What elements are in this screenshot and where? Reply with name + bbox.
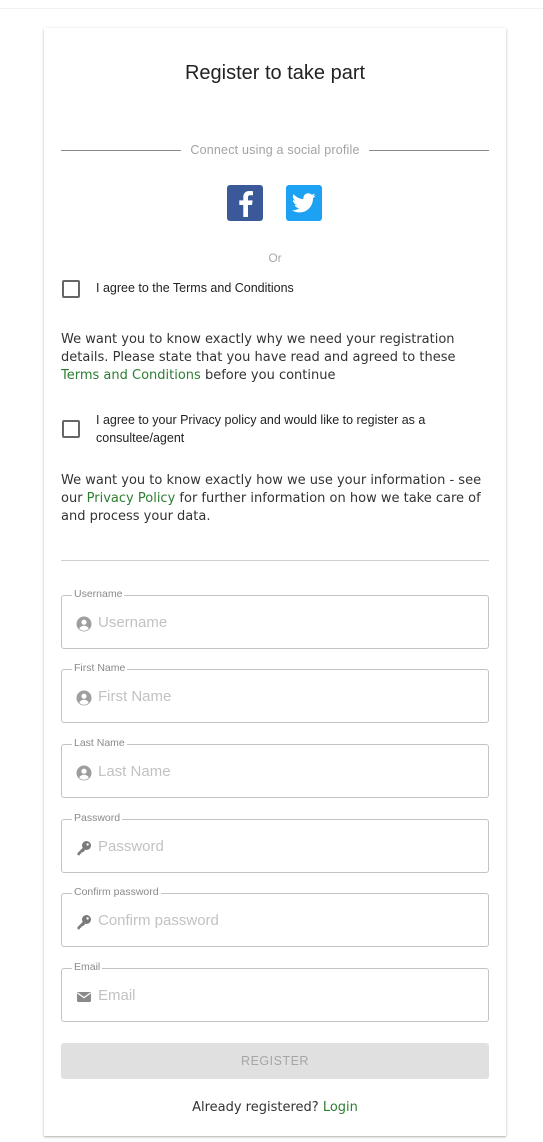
last-name-field[interactable]: Last Name [61,737,489,798]
password-label: Password [72,812,123,824]
username-input[interactable] [98,608,478,636]
social-divider: Connect using a social profile [61,140,490,160]
login-prompt-text: Already registered? [192,1100,323,1115]
privacy-checkbox[interactable] [62,420,80,438]
privacy-checkbox-row[interactable]: I agree to your Privacy policy and would… [62,411,476,447]
terms-checkbox-row[interactable]: I agree to the Terms and Conditions [62,279,294,298]
first-name-label: First Name [72,662,128,674]
register-button[interactable]: REGISTER [61,1043,489,1079]
confirm-password-label: Confirm password [72,886,161,898]
terms-explanation: We want you to know exactly why we need … [61,331,493,385]
login-prompt: Already registered? Login [44,1100,506,1115]
registration-card: Register to take part Connect using a so… [44,28,506,1136]
login-link[interactable]: Login [323,1100,358,1115]
first-name-field[interactable]: First Name [61,662,489,723]
facebook-icon [239,191,253,217]
terms-link[interactable]: Terms and Conditions [61,368,201,383]
user-icon [76,765,92,781]
user-icon [76,616,92,632]
first-name-input[interactable] [98,682,478,710]
form-divider [61,560,489,561]
username-field[interactable]: Username [61,588,489,649]
privacy-checkbox-label[interactable]: I agree to your Privacy policy and would… [96,411,476,447]
last-name-input[interactable] [98,757,478,785]
social-divider-text: Connect using a social profile [190,143,360,157]
twitter-icon [292,193,316,213]
username-label: Username [72,588,125,600]
confirm-password-field[interactable]: Confirm password [61,886,489,947]
facebook-login-button[interactable] [227,185,263,221]
divider-line [368,149,490,151]
password-input[interactable] [98,832,478,860]
terms-checkbox-label[interactable]: I agree to the Terms and Conditions [96,279,294,297]
confirm-password-input[interactable] [98,906,478,934]
privacy-link[interactable]: Privacy Policy [87,491,176,506]
email-field[interactable]: Email [61,961,489,1022]
key-icon [77,915,91,930]
divider-line [61,149,182,151]
password-field[interactable]: Password [61,812,489,873]
user-icon [76,690,92,706]
page-title: Register to take part [184,62,366,84]
terms-text: We want you to know exactly why we need … [61,332,456,365]
envelope-icon [77,992,91,1002]
terms-text-end: before you continue [200,368,336,383]
terms-checkbox[interactable] [62,280,80,298]
email-input[interactable] [98,981,478,1009]
key-icon [77,841,91,856]
last-name-label: Last Name [72,737,127,749]
top-strip [0,0,543,9]
email-label: Email [72,961,103,973]
or-separator: Or [268,251,282,265]
privacy-explanation: We want you to know exactly how we use y… [61,472,493,526]
twitter-login-button[interactable] [286,185,322,221]
